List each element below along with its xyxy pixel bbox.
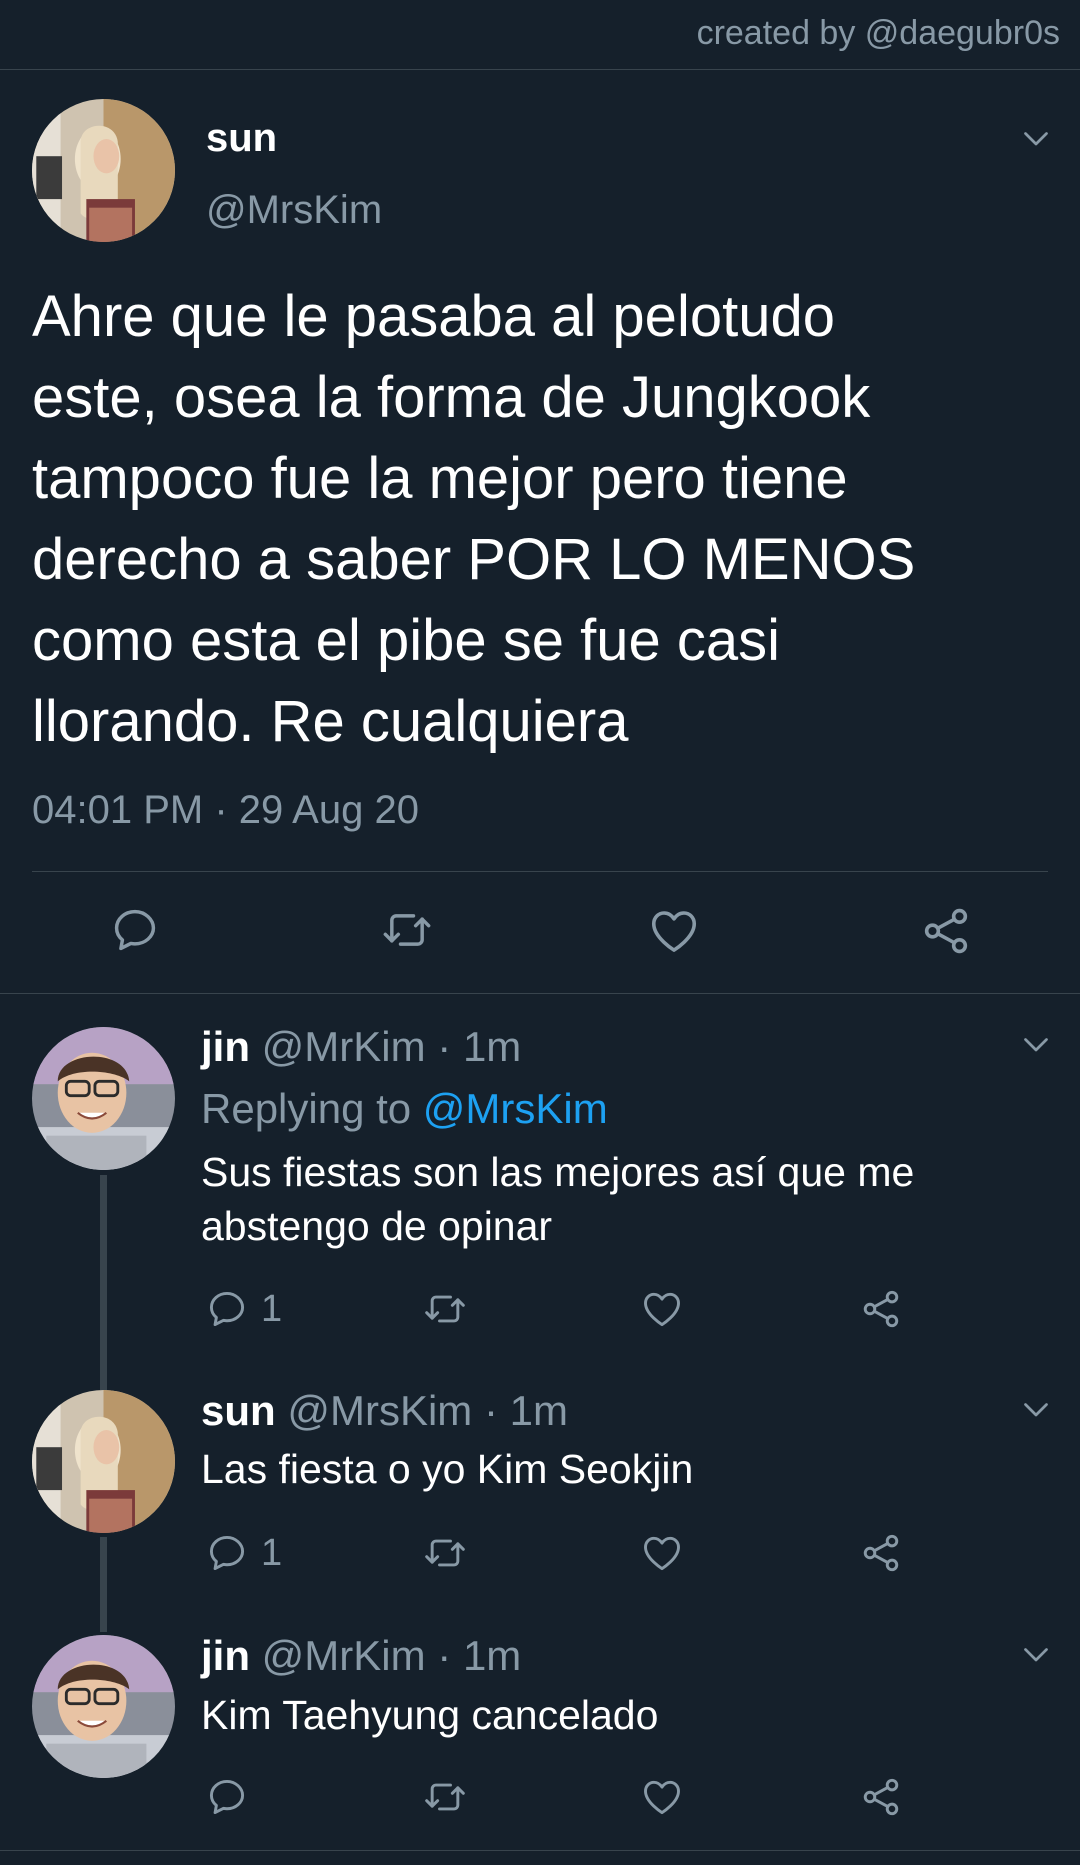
share-button[interactable] [859, 1287, 903, 1331]
separator: · [472, 1387, 510, 1434]
like-icon [640, 1531, 684, 1575]
like-icon [640, 1775, 684, 1819]
reply-count: 1 [261, 1287, 283, 1330]
reply-count: 1 [261, 1531, 283, 1574]
reply-text: Sus fiestas son las mejores así que me a… [201, 1149, 915, 1249]
reply-button[interactable]: 1 [205, 1531, 282, 1575]
replying-label: Replying to [201, 1085, 423, 1132]
share-button[interactable] [859, 1531, 903, 1575]
reply-header: sun @MrsKim · 1m [201, 1387, 568, 1435]
reply-text: Kim Taehyung cancelado [201, 1692, 659, 1738]
chevron-down-icon[interactable] [1018, 120, 1054, 156]
author-name[interactable]: sun [201, 1387, 276, 1434]
share-button[interactable] [919, 904, 973, 958]
chevron-down-icon[interactable] [1018, 1391, 1054, 1427]
avatar[interactable] [32, 1390, 175, 1533]
reply-header: jin @MrKim · 1m [201, 1632, 521, 1680]
reply-time: 1m [509, 1387, 568, 1434]
retweet-icon [377, 904, 437, 956]
like-icon [640, 1287, 684, 1331]
author-name[interactable]: sun [206, 116, 277, 161]
share-icon [919, 904, 973, 958]
avatar[interactable] [32, 1027, 175, 1170]
share-icon [859, 1287, 903, 1331]
reply-time: 1m [462, 1023, 522, 1070]
retweet-icon [420, 1775, 470, 1819]
separator: · [425, 1632, 463, 1679]
reply-icon [109, 904, 161, 956]
like-button[interactable] [647, 904, 701, 958]
divider [0, 1850, 1080, 1851]
avatar[interactable] [32, 1635, 175, 1778]
retweet-button[interactable] [420, 1775, 470, 1819]
retweet-button[interactable] [377, 904, 437, 956]
credit-text: created by @daegubr0s [696, 14, 1060, 52]
reply-button[interactable]: 1 [205, 1287, 282, 1331]
replying-to: Replying to @MrsKim [201, 1085, 608, 1133]
like-button[interactable] [640, 1287, 684, 1331]
tweet-text: Ahre que le pasaba al pelotudo este, ose… [32, 284, 916, 754]
like-button[interactable] [640, 1775, 684, 1819]
share-button[interactable] [859, 1775, 903, 1819]
credit-bar: created by @daegubr0s [0, 0, 1080, 70]
retweet-button[interactable] [420, 1287, 470, 1331]
chevron-down-icon[interactable] [1018, 1636, 1054, 1672]
divider [0, 993, 1080, 994]
mention-link[interactable]: @MrsKim [423, 1085, 608, 1132]
reply-header: jin @MrKim · 1m [201, 1023, 521, 1071]
reply-icon [205, 1775, 249, 1819]
author-handle[interactable]: @MrsKim [287, 1387, 472, 1434]
reply-icon [205, 1531, 249, 1575]
chevron-down-icon[interactable] [1018, 1026, 1054, 1062]
reply-text: Las fiesta o yo Kim Seokjin [201, 1446, 694, 1492]
avatar[interactable] [32, 99, 175, 242]
author-handle[interactable]: @MrKim [262, 1632, 426, 1679]
tweet-timestamp: 04:01 PM · 29 Aug 20 [32, 788, 419, 832]
share-icon [859, 1531, 903, 1575]
author-handle[interactable]: @MrKim [262, 1023, 426, 1070]
reply-icon [205, 1287, 249, 1331]
reply-button[interactable] [205, 1775, 249, 1819]
reply-time: 1m [462, 1632, 522, 1679]
author-name[interactable]: jin [201, 1023, 250, 1070]
separator: · [425, 1023, 463, 1070]
like-button[interactable] [640, 1531, 684, 1575]
retweet-button[interactable] [420, 1531, 470, 1575]
divider [32, 871, 1048, 872]
thread-line [100, 1537, 107, 1632]
like-icon [647, 904, 701, 958]
thread-line [100, 1175, 107, 1390]
reply-button[interactable] [109, 904, 161, 956]
retweet-icon [420, 1531, 470, 1575]
retweet-icon [420, 1287, 470, 1331]
author-handle[interactable]: @MrsKim [206, 188, 382, 233]
share-icon [859, 1775, 903, 1819]
author-name[interactable]: jin [201, 1632, 250, 1679]
